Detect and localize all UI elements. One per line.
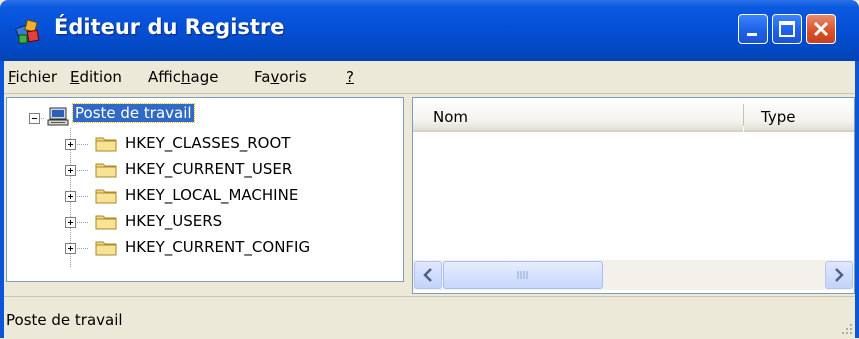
menu-edition[interactable]: Edition — [70, 68, 122, 86]
scroll-thumb[interactable] — [443, 261, 603, 289]
computer-icon — [47, 107, 69, 126]
menu-favoris[interactable]: Favoris — [254, 68, 307, 86]
tree-item-label: HKEY_USERS — [125, 212, 223, 230]
folder-icon — [95, 241, 117, 256]
tree-item-hkey-users[interactable]: HKEY_USERS — [7, 210, 403, 234]
chevron-left-icon — [423, 268, 432, 282]
tree-item-hkey-classes-root[interactable]: HKEY_CLASSES_ROOT — [7, 132, 403, 156]
close-icon — [813, 21, 829, 37]
regedit-icon — [14, 19, 40, 44]
tree-item-hkey-current-config[interactable]: HKEY_CURRENT_CONFIG — [7, 236, 403, 260]
menu-affichage[interactable]: Affichage — [148, 68, 218, 86]
tree-item-hkey-local-machine[interactable]: HKEY_LOCAL_MACHINE — [7, 184, 403, 208]
status-text: Poste de travail — [6, 311, 123, 329]
folder-icon — [95, 163, 117, 178]
menu-help[interactable]: ? — [346, 68, 354, 86]
menu-fichier[interactable]: Fichier — [8, 68, 57, 86]
expand-icon[interactable] — [65, 191, 76, 202]
column-header-nom[interactable]: Nom — [413, 98, 743, 132]
expand-icon[interactable] — [65, 243, 76, 254]
tree-item-label: HKEY_LOCAL_MACHINE — [125, 186, 299, 204]
collapse-root-icon[interactable] — [29, 113, 40, 124]
expand-icon[interactable] — [65, 139, 76, 150]
values-list[interactable]: Nom Type — [412, 97, 855, 294]
tree-item-label: HKEY_CURRENT_CONFIG — [125, 238, 311, 256]
minimize-icon — [747, 33, 757, 36]
status-bar: Poste de travail — [4, 296, 855, 339]
scroll-left-button[interactable] — [414, 261, 442, 289]
minimize-button[interactable] — [738, 14, 768, 44]
title-bar[interactable]: Éditeur du Registre — [0, 0, 859, 61]
chevron-right-icon — [835, 268, 844, 282]
folder-icon — [95, 137, 117, 152]
tree-item-label: HKEY_CLASSES_ROOT — [125, 134, 291, 152]
expand-icon[interactable] — [65, 217, 76, 228]
grip-icon — [517, 271, 528, 279]
maximize-icon — [779, 21, 795, 37]
horizontal-scrollbar[interactable] — [413, 260, 854, 290]
resize-grip-icon[interactable] — [839, 321, 853, 335]
tree-item-label: HKEY_CURRENT_USER — [125, 160, 293, 178]
folder-icon — [95, 215, 117, 230]
window-frame-right — [855, 61, 859, 338]
maximize-button[interactable] — [772, 14, 802, 44]
menu-bar: Fichier Edition Affichage Favoris ? — [4, 61, 855, 94]
column-header-type[interactable]: Type — [744, 98, 854, 132]
window-title: Éditeur du Registre — [54, 15, 285, 39]
tree-item-hkey-current-user[interactable]: HKEY_CURRENT_USER — [7, 158, 403, 182]
scroll-right-button[interactable] — [825, 261, 853, 289]
tree-root-label[interactable]: Poste de travail — [72, 103, 195, 123]
folder-icon — [95, 189, 117, 204]
registry-tree[interactable]: Poste de travail HKEY_CLASSES_ROOT HKEY_… — [6, 97, 404, 282]
close-button[interactable] — [806, 14, 836, 44]
expand-icon[interactable] — [65, 165, 76, 176]
